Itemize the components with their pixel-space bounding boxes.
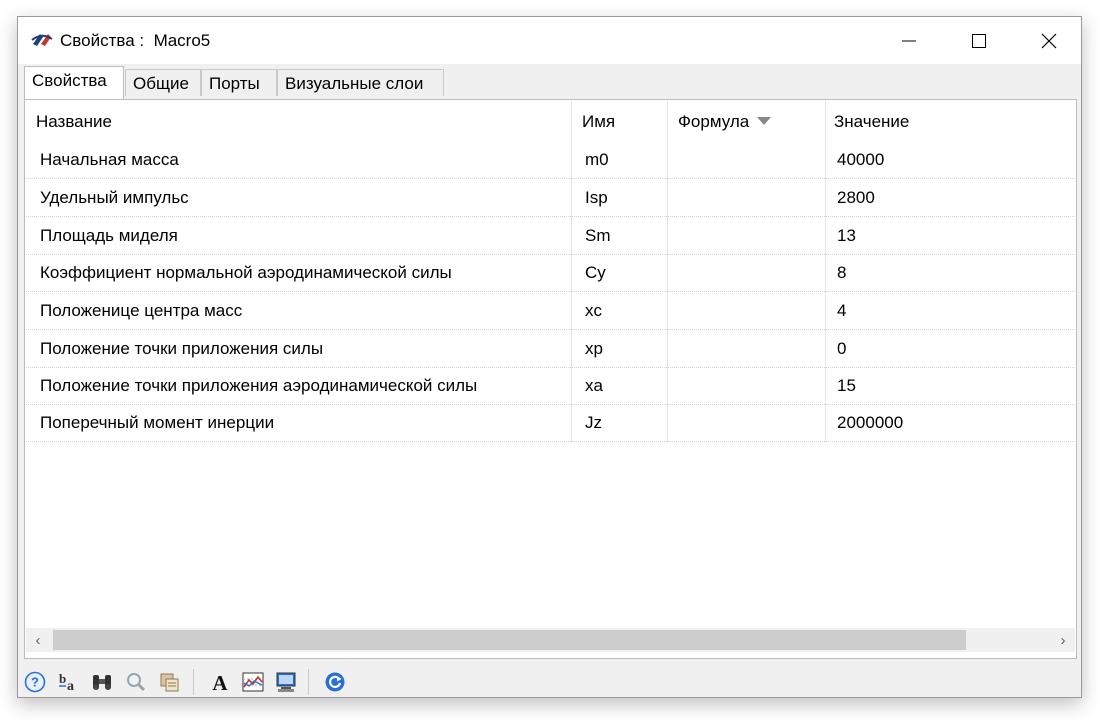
- tab-properties[interactable]: Свойства: [24, 66, 124, 99]
- sort-down-icon: [757, 117, 772, 125]
- cell-formula[interactable]: [667, 330, 825, 368]
- cell-formula[interactable]: [667, 141, 825, 179]
- cell-formula[interactable]: [667, 367, 825, 405]
- copy-props-icon: [160, 673, 179, 692]
- cell-formula[interactable]: [667, 254, 825, 292]
- horizontal-scrollbar[interactable]: ‹ ›: [26, 628, 1075, 652]
- cell-name: Положение точки приложения силы: [26, 330, 571, 368]
- help-button[interactable]: ?: [22, 669, 48, 695]
- chart-button[interactable]: [240, 669, 266, 695]
- cell-id: Cy: [571, 254, 667, 292]
- cell-id: Sm: [571, 217, 667, 255]
- cell-name: Положение точки приложения аэродинамичес…: [26, 367, 571, 405]
- zoom-button[interactable]: [123, 669, 149, 695]
- column-header-value[interactable]: Значение: [825, 101, 1075, 143]
- cell-name: Положеницe центра масс: [26, 292, 571, 330]
- table-row[interactable]: Поперечный момент инерции Jz 2000000: [26, 404, 1075, 442]
- bottom-toolbar: ? b a A: [18, 665, 1081, 697]
- help-icon: ?: [24, 671, 46, 693]
- properties-table: Название Имя Формула Значение Начальная …: [26, 101, 1075, 628]
- cell-name: Площадь миделя: [26, 217, 571, 255]
- toolbar-separator: [308, 669, 309, 695]
- scroll-right-button[interactable]: ›: [1051, 628, 1075, 652]
- cell-formula[interactable]: [667, 179, 825, 217]
- sort-glyph-a: a: [67, 679, 74, 693]
- cell-value[interactable]: 2000000: [825, 404, 1075, 442]
- cell-id: Isp: [571, 179, 667, 217]
- window-title-label: Свойства :: [60, 31, 145, 50]
- table-row[interactable]: Коэффициент нормальной аэродинамической …: [26, 254, 1075, 292]
- table-row[interactable]: Удельный импульс Isp 2800: [26, 179, 1075, 217]
- table-row[interactable]: Начальная масса m0 40000: [26, 141, 1075, 179]
- properties-window: Свойства : Macro5 Свойства Общие Порты В…: [17, 16, 1082, 698]
- cell-value[interactable]: 13: [825, 217, 1075, 255]
- cell-name: Начальная масса: [26, 141, 571, 179]
- column-header-name[interactable]: Название: [26, 101, 571, 143]
- sort-button[interactable]: b a: [55, 669, 81, 695]
- scroll-thumb[interactable]: [53, 630, 966, 650]
- close-icon: [1041, 33, 1057, 48]
- cell-id: xp: [571, 330, 667, 368]
- cell-name: Коэффициент нормальной аэродинамической …: [26, 254, 571, 292]
- cell-value[interactable]: 40000: [825, 141, 1075, 179]
- minimize-icon: [902, 40, 916, 41]
- refresh-icon: [325, 672, 345, 692]
- properties-panel: Название Имя Формула Значение Начальная …: [24, 99, 1077, 659]
- cell-value[interactable]: 2800: [825, 179, 1075, 217]
- toolbar-separator: [193, 669, 194, 695]
- help-glyph: ?: [31, 675, 39, 690]
- tab-general[interactable]: Общие: [125, 69, 201, 96]
- font-icon: A: [212, 671, 228, 693]
- cell-formula[interactable]: [667, 292, 825, 330]
- table-row[interactable]: Положение точки приложения аэродинамичес…: [26, 367, 1075, 405]
- chart-icon: [242, 672, 264, 692]
- cell-id: m0: [571, 141, 667, 179]
- chevron-right-icon: ›: [1060, 631, 1066, 649]
- table-row[interactable]: Положеницe центра масс xc 4: [26, 292, 1075, 330]
- table-row[interactable]: Площадь миделя Sm 13: [26, 217, 1075, 255]
- cell-value[interactable]: 15: [825, 367, 1075, 405]
- cell-name: Поперечный момент инерции: [26, 404, 571, 442]
- binoculars-icon: [93, 675, 111, 690]
- cell-value[interactable]: 0: [825, 330, 1075, 368]
- font-button[interactable]: A: [207, 669, 233, 695]
- computer-icon: [276, 672, 296, 692]
- cell-name: Удельный импульс: [26, 179, 571, 217]
- cell-formula[interactable]: [667, 404, 825, 442]
- find-button[interactable]: [89, 669, 115, 695]
- copy-properties-button[interactable]: [157, 669, 183, 695]
- cell-id: xc: [571, 292, 667, 330]
- window-object-name: Macro5: [153, 31, 211, 50]
- chevron-left-icon: ‹: [35, 631, 41, 649]
- minimize-button[interactable]: [886, 17, 932, 64]
- close-button[interactable]: [1026, 17, 1072, 64]
- column-header-formula-label: Формула: [678, 112, 750, 131]
- column-header-id[interactable]: Имя: [571, 101, 667, 143]
- magnifier-icon: [127, 673, 146, 692]
- cell-value[interactable]: 4: [825, 292, 1075, 330]
- maximize-button[interactable]: [956, 17, 1002, 64]
- app-logo-icon: [31, 34, 53, 46]
- tab-visual-layers[interactable]: Визуальные слои: [277, 69, 444, 96]
- refresh-button[interactable]: [322, 669, 348, 695]
- scroll-left-button[interactable]: ‹: [26, 628, 50, 652]
- column-header-formula[interactable]: Формула: [667, 101, 825, 143]
- cell-value[interactable]: 8: [825, 254, 1075, 292]
- table-row[interactable]: Положение точки приложения силы xp 0: [26, 330, 1075, 368]
- font-glyph: A: [212, 671, 228, 693]
- sort-glyph-b: b: [59, 671, 66, 686]
- cell-id: Jz: [571, 404, 667, 442]
- cell-id: xa: [571, 367, 667, 405]
- title-bar[interactable]: Свойства : Macro5: [18, 17, 1081, 64]
- tab-ports[interactable]: Порты: [201, 69, 277, 96]
- window-title: Свойства : Macro5: [60, 31, 210, 51]
- computer-button[interactable]: [273, 669, 299, 695]
- cell-formula[interactable]: [667, 217, 825, 255]
- maximize-icon: [972, 33, 986, 48]
- sort-ba-icon: b a: [59, 671, 74, 693]
